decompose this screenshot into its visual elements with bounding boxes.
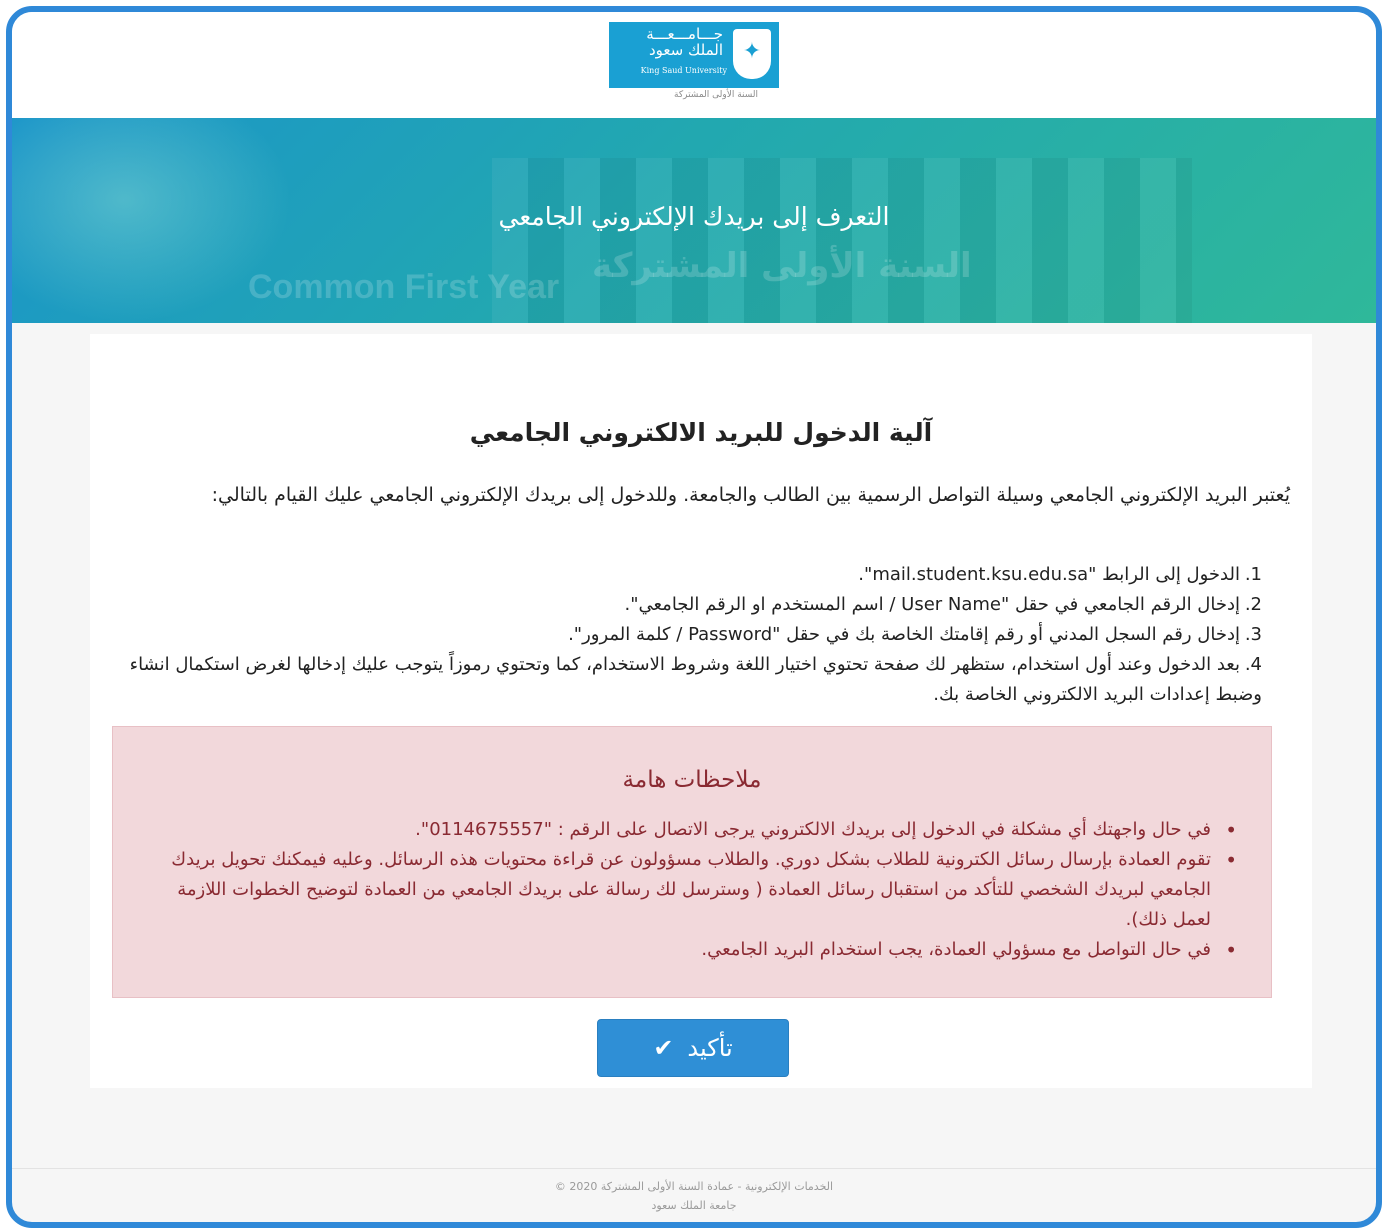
page-title: آلية الدخول للبريد الالكتروني الجامعي	[469, 418, 933, 447]
footer-university: جامعة الملك سعود	[651, 1199, 737, 1212]
hero-building-pattern	[492, 158, 1192, 323]
footer-divider	[12, 1168, 1376, 1169]
logo-arabic-line2: الملك سعود	[648, 41, 723, 59]
notes-title: ملاحظات هامة	[622, 767, 762, 793]
step-text: الدخول إلى الرابط "mail.student.ksu.edu.…	[858, 564, 1240, 585]
step-text: إدخال الرقم الجامعي في حقل "User Name / …	[624, 594, 1240, 615]
step-number: 4.	[1244, 654, 1262, 675]
step-item: 3.إدخال رقم السجل المدني أو رقم إقامتك ا…	[92, 620, 1262, 650]
step-number: 2.	[1244, 594, 1262, 615]
confirm-button[interactable]: تأكيد ✔	[597, 1019, 789, 1077]
hero-title: التعرف إلى بريدك الإلكتروني الجامعي	[498, 202, 890, 231]
window-frame: جـــامـــعـــة الملك سعود King Saud Univ…	[6, 6, 1382, 1228]
step-text: إدخال رقم السجل المدني أو رقم إقامتك الخ…	[568, 624, 1240, 645]
check-icon: ✔	[653, 1034, 674, 1062]
step-item: 4.بعد الدخول وعند أول استخدام، ستظهر لك …	[92, 650, 1262, 710]
confirm-button-label: تأكيد	[687, 1034, 733, 1062]
hero-watermark-english: Common First Year	[248, 268, 560, 306]
logo-subtitle: السنة الأولى المشتركة	[674, 90, 759, 100]
step-number: 1.	[1244, 564, 1262, 585]
intro-paragraph: يُعتبر البريد الإلكتروني الجامعي وسيلة ا…	[211, 484, 1290, 506]
palm-emblem-icon: ✦	[733, 29, 771, 79]
step-number: 3.	[1244, 624, 1262, 645]
hero-watermark-arabic: السنة الأولى المشتركة	[592, 246, 972, 286]
note-item: في حال واجهتك أي مشكلة في الدخول إلى بري…	[155, 815, 1237, 845]
logo-arabic-line1: جـــامـــعـــة	[646, 25, 723, 43]
university-logo[interactable]: جـــامـــعـــة الملك سعود King Saud Univ…	[609, 22, 779, 88]
content-card: آلية الدخول للبريد الالكتروني الجامعي يُ…	[90, 334, 1312, 1088]
notes-list: في حال واجهتك أي مشكلة في الدخول إلى بري…	[155, 815, 1237, 965]
important-notes-box: ملاحظات هامة في حال واجهتك أي مشكلة في ا…	[112, 726, 1272, 998]
top-header: جـــامـــعـــة الملك سعود King Saud Univ…	[12, 12, 1376, 118]
note-item: في حال التواصل مع مسؤولي العمادة، يجب اس…	[155, 935, 1237, 965]
note-item: تقوم العمادة بإرسال رسائل الكترونية للطل…	[155, 845, 1237, 935]
footer-copyright: © 2020 الخدمات الإلكترونية - عمادة السنة…	[554, 1180, 834, 1193]
steps-list: 1.الدخول إلى الرابط "mail.student.ksu.ed…	[92, 560, 1262, 710]
logo-english-name: King Saud University	[640, 66, 727, 75]
step-item: 1.الدخول إلى الرابط "mail.student.ksu.ed…	[92, 560, 1262, 590]
step-text: بعد الدخول وعند أول استخدام، ستظهر لك صف…	[129, 654, 1262, 705]
hero-banner: Common First Year السنة الأولى المشتركة …	[12, 118, 1376, 323]
step-item: 2.إدخال الرقم الجامعي في حقل "User Name …	[92, 590, 1262, 620]
